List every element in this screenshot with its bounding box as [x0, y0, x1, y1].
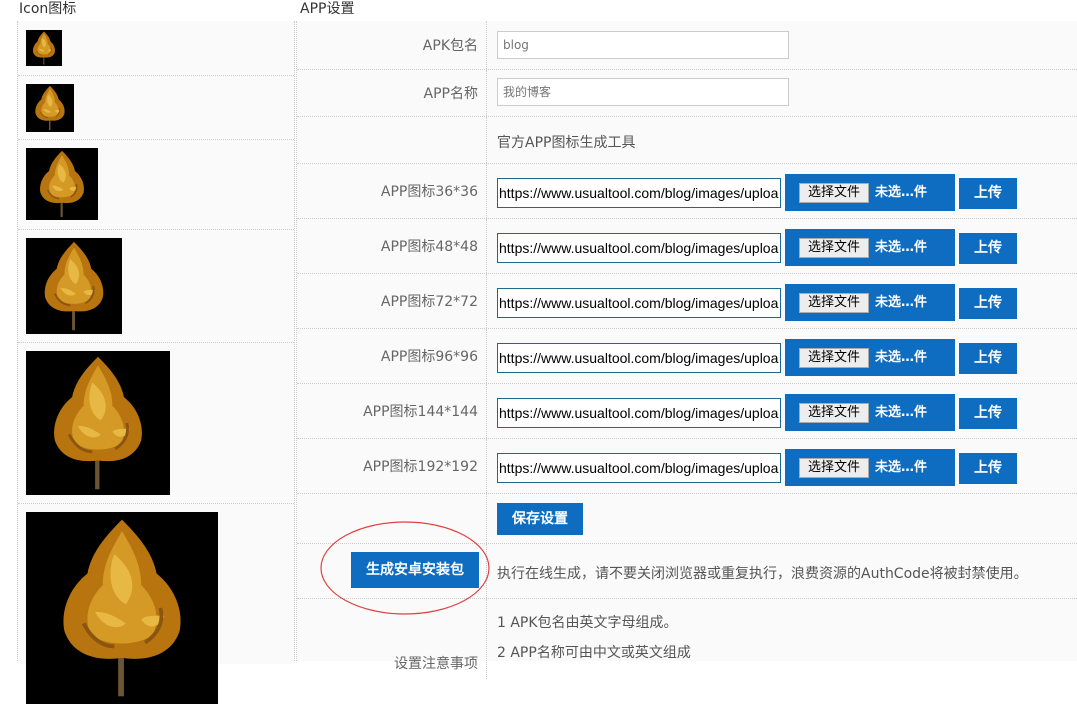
save-row: 保存设置 — [297, 494, 1077, 544]
icon-label: APP图标144*144 — [297, 384, 487, 438]
file-picker[interactable]: 选择文件 未选…件 — [785, 394, 955, 431]
generate-note: 执行在线生成，请不要关闭浏览器或重复执行，浪费资源的AuthCode将被封禁使用… — [497, 566, 1028, 582]
icon-url-input[interactable] — [497, 398, 781, 428]
file-picker[interactable]: 选择文件 未选…件 — [785, 229, 955, 266]
choose-file-button[interactable]: 选择文件 — [799, 238, 869, 258]
file-picker[interactable]: 选择文件 未选…件 — [785, 339, 955, 376]
file-status: 未选…件 — [875, 185, 928, 200]
icon-row-144: APP图标144*144 选择文件 未选…件 上传 — [297, 384, 1077, 439]
choose-file-button[interactable]: 选择文件 — [799, 458, 869, 478]
icon-preview-cell — [18, 140, 294, 230]
choose-file-button[interactable]: 选择文件 — [799, 293, 869, 313]
file-status: 未选…件 — [875, 405, 928, 420]
icon-label: APP图标36*36 — [297, 164, 487, 218]
tool-link-row: 官方APP图标生成工具 — [297, 117, 1077, 164]
app-name-row: APP名称 — [297, 70, 1077, 117]
upload-button[interactable]: 上传 — [959, 343, 1017, 374]
notes-row: 设置注意事项 1 APK包名由英文字母组成。 2 APP名称可由中文或英文组成 — [297, 599, 1077, 679]
upload-button[interactable]: 上传 — [959, 288, 1017, 319]
upload-button[interactable]: 上传 — [959, 233, 1017, 264]
note-item: 2 APP名称可由中文或英文组成 — [497, 645, 691, 661]
tree-icon-96 — [26, 238, 122, 334]
icon-row-48: APP图标48*48 选择文件 未选…件 上传 — [297, 219, 1077, 274]
file-picker[interactable]: 选择文件 未选…件 — [785, 284, 955, 321]
file-status: 未选…件 — [875, 350, 928, 365]
file-picker[interactable]: 选择文件 未选…件 — [785, 174, 955, 211]
icon-label: APP图标96*96 — [297, 329, 487, 383]
settings-column-header: APP设置 — [300, 1, 355, 17]
save-settings-button[interactable]: 保存设置 — [497, 503, 583, 535]
icons-column-header: Icon图标 — [19, 1, 77, 17]
icon-url-input[interactable] — [497, 288, 781, 318]
icon-row-36: APP图标36*36 选择文件 未选…件 上传 — [297, 164, 1077, 219]
icon-url-input[interactable] — [497, 453, 781, 483]
file-status: 未选…件 — [875, 460, 928, 475]
icon-label: APP图标72*72 — [297, 274, 487, 328]
note-item: 1 APK包名由英文字母组成。 — [497, 615, 678, 631]
file-status: 未选…件 — [875, 295, 928, 310]
icon-row-96: APP图标96*96 选择文件 未选…件 上传 — [297, 329, 1077, 384]
icon-generator-link[interactable]: 官方APP图标生成工具 — [497, 132, 635, 152]
choose-file-button[interactable]: 选择文件 — [799, 183, 869, 203]
generate-apk-button[interactable]: 生成安卓安装包 — [351, 552, 479, 588]
tree-icon-72 — [26, 148, 98, 220]
icon-row-72: APP图标72*72 选择文件 未选…件 上传 — [297, 274, 1077, 329]
notes-label: 设置注意事项 — [297, 599, 487, 679]
icon-preview-cell — [18, 230, 294, 343]
file-status: 未选…件 — [875, 240, 928, 255]
icon-label: APP图标192*192 — [297, 439, 487, 493]
choose-file-button[interactable]: 选择文件 — [799, 348, 869, 368]
icon-url-input[interactable] — [497, 233, 781, 263]
tree-icon-36 — [26, 30, 62, 66]
file-picker[interactable]: 选择文件 未选…件 — [785, 449, 955, 486]
icon-preview-cell — [18, 343, 294, 504]
app-name-input[interactable] — [497, 78, 789, 106]
upload-button[interactable]: 上传 — [959, 398, 1017, 429]
icon-row-192: APP图标192*192 选择文件 未选…件 上传 — [297, 439, 1077, 494]
icon-preview-column — [17, 21, 295, 704]
apk-package-label: APK包名 — [297, 21, 487, 69]
tree-icon-48 — [26, 84, 74, 132]
choose-file-button[interactable]: 选择文件 — [799, 403, 869, 423]
upload-button[interactable]: 上传 — [959, 453, 1017, 484]
tree-icon-192 — [26, 512, 218, 704]
upload-button[interactable]: 上传 — [959, 178, 1017, 209]
icon-url-input[interactable] — [497, 178, 781, 208]
icon-url-input[interactable] — [497, 343, 781, 373]
app-name-label: APP名称 — [297, 70, 487, 116]
apk-package-row: APK包名 — [297, 21, 1077, 70]
icon-preview-cell — [18, 76, 294, 140]
icon-label: APP图标48*48 — [297, 219, 487, 273]
tree-icon-144 — [26, 351, 170, 495]
icon-preview-cell — [18, 504, 294, 704]
apk-package-input[interactable] — [497, 31, 789, 59]
icon-preview-cell — [18, 21, 294, 76]
